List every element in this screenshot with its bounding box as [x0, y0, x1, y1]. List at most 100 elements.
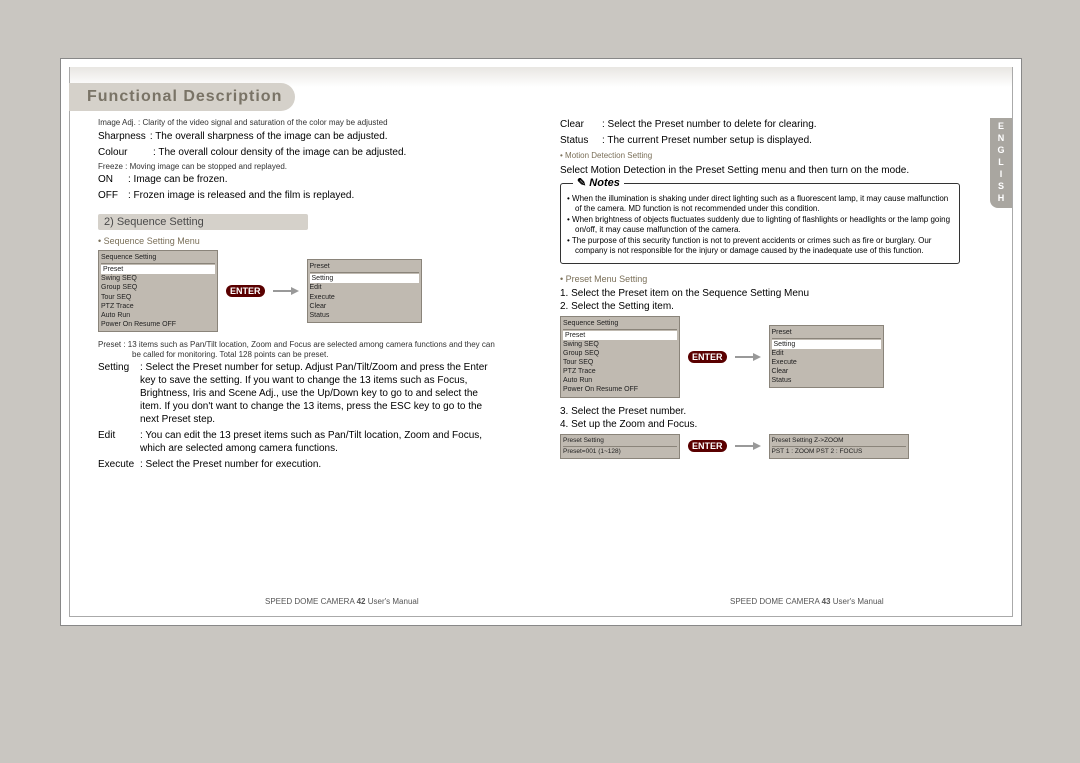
- desc: : Select the Preset number for execution…: [140, 458, 498, 471]
- brand: SPEED DOME CAMERA: [730, 597, 819, 606]
- menu-item: Clear: [772, 367, 881, 376]
- menu-title: Preset: [772, 328, 881, 339]
- label: OFF: [98, 189, 128, 202]
- step-3: 3. Select the Preset number.: [560, 406, 960, 417]
- notes-title: Notes: [573, 177, 624, 191]
- page-inner: ENGLISH Functional Description Image Adj…: [69, 67, 1013, 617]
- menu-item: Power On Resume OFF: [563, 385, 677, 394]
- menu-item: Swing SEQ: [101, 274, 215, 283]
- desc: : You can edit the 13 preset items such …: [140, 429, 498, 455]
- desc: : Frozen image is released and the film …: [128, 189, 498, 202]
- desc: : The overall sharpness of the image can…: [150, 130, 498, 143]
- label: Execute: [98, 458, 140, 471]
- enter-label: ENTER: [688, 351, 727, 363]
- footer-right: SPEED DOME CAMERA 43 User's Manual: [730, 597, 884, 606]
- seq-menu-marker: Sequence Setting Menu: [98, 236, 498, 246]
- menu-row-1: Sequence Setting Preset Swing SEQ Group …: [98, 250, 498, 332]
- desc: : Image can be frozen.: [128, 173, 498, 186]
- page-number: 42: [357, 597, 366, 606]
- menu-item: Power On Resume OFF: [101, 320, 215, 329]
- menu-preset-2: Preset Setting Edit Execute Clear Status: [769, 325, 884, 389]
- arrow-icon: [273, 287, 299, 295]
- menu-title: Sequence Setting: [101, 253, 215, 264]
- label: Status: [560, 134, 602, 147]
- label: Sharpness: [98, 130, 150, 143]
- enter-label: ENTER: [226, 285, 265, 297]
- preset-menu-marker: Preset Menu Setting: [560, 274, 960, 284]
- page-outer: ENGLISH Functional Description Image Adj…: [60, 58, 1022, 626]
- motion-desc: Select Motion Detection in the Preset Se…: [560, 164, 960, 177]
- menu-item: Tour SEQ: [563, 358, 677, 367]
- menu-item: Auto Run: [101, 311, 215, 320]
- menu-item: Setting: [310, 274, 419, 283]
- brand: SPEED DOME CAMERA: [265, 597, 354, 606]
- label: Setting: [98, 361, 140, 426]
- enter-label: ENTER: [688, 440, 727, 452]
- step-2: 2. Select the Setting item.: [560, 301, 960, 312]
- label: Edit: [98, 429, 140, 455]
- motion-marker: Motion Detection Setting: [560, 151, 960, 160]
- page-title: Functional Description: [69, 83, 295, 111]
- section-sequence-setting: 2) Sequence Setting: [98, 214, 308, 230]
- menu-row-2: Sequence Setting Preset Swing SEQ Group …: [560, 316, 960, 398]
- menu-item: Edit: [310, 283, 419, 292]
- desc: : The current Preset number setup is dis…: [602, 134, 960, 147]
- setting-row: Setting : Select the Preset number for s…: [98, 361, 498, 426]
- note-item: • When brightness of objects fluctuates …: [567, 215, 953, 235]
- menu-preset-setting-2: Preset Setting Z->ZOOM PST 1 : ZOOM PST …: [769, 434, 909, 460]
- menu-title: Preset Setting: [563, 437, 677, 447]
- menu-body: PST 1 : ZOOM PST 2 : FOCUS: [772, 448, 906, 456]
- menu-sequence-setting-2: Sequence Setting Preset Swing SEQ Group …: [560, 316, 680, 398]
- manual: User's Manual: [833, 597, 884, 606]
- menu-sequence-setting: Sequence Setting Preset Swing SEQ Group …: [98, 250, 218, 332]
- off-row: OFF : Frozen image is released and the f…: [98, 189, 498, 202]
- menu-item: Status: [772, 376, 881, 385]
- image-adj-row: Image Adj. : Clarity of the video signal…: [98, 118, 498, 128]
- menu-item: Clear: [310, 302, 419, 311]
- label: ON: [98, 173, 128, 186]
- menu-item: Execute: [310, 293, 419, 302]
- menu-preset: Preset Setting Edit Execute Clear Status: [307, 259, 422, 323]
- menu-item: Swing SEQ: [563, 340, 677, 349]
- menu-title: Preset Setting Z->ZOOM: [772, 437, 906, 447]
- menu-body: Preset=001 (1~128): [563, 448, 677, 456]
- sharpness-row: Sharpness : The overall sharpness of the…: [98, 130, 498, 143]
- menu-item: Auto Run: [563, 376, 677, 385]
- menu-item: Preset: [101, 265, 215, 274]
- arrow-icon: [735, 442, 761, 450]
- menu-item: Edit: [772, 349, 881, 358]
- menu-item: Setting: [772, 340, 881, 349]
- manual: User's Manual: [368, 597, 419, 606]
- step-1: 1. Select the Preset item on the Sequenc…: [560, 288, 960, 299]
- status-row: Status : The current Preset number setup…: [560, 134, 960, 147]
- edit-row: Edit : You can edit the 13 preset items …: [98, 429, 498, 455]
- on-row: ON : Image can be frozen.: [98, 173, 498, 186]
- right-column: Clear : Select the Preset number to dele…: [560, 118, 960, 467]
- footer-left: SPEED DOME CAMERA 42 User's Manual: [265, 597, 419, 606]
- menu-item: PTZ Trace: [563, 367, 677, 376]
- menu-item: Preset: [563, 331, 677, 340]
- desc: : The overall colour density of the imag…: [153, 146, 498, 159]
- desc: : Clarity of the video signal and satura…: [138, 118, 387, 127]
- label: Clear: [560, 118, 602, 131]
- label: Colour: [98, 146, 153, 159]
- notes-list: • When the illumination is shaking under…: [567, 194, 953, 256]
- notes-box: Notes • When the illumination is shaking…: [560, 183, 960, 264]
- execute-row: Execute : Select the Preset number for e…: [98, 458, 498, 471]
- menu-item: Status: [310, 311, 419, 320]
- menu-item: PTZ Trace: [101, 302, 215, 311]
- freeze-desc: Freeze : Moving image can be stopped and…: [98, 162, 498, 172]
- left-column: Image Adj. : Clarity of the video signal…: [98, 118, 498, 474]
- preset-desc: Preset : 13 items such as Pan/Tilt locat…: [98, 340, 498, 359]
- note-item: • When the illumination is shaking under…: [567, 194, 953, 214]
- colour-row: Colour : The overall colour density of t…: [98, 146, 498, 159]
- language-tab: ENGLISH: [990, 118, 1012, 208]
- desc: : Select the Preset number to delete for…: [602, 118, 960, 131]
- menu-preset-setting-1: Preset Setting Preset=001 (1~128): [560, 434, 680, 460]
- menu-title: Sequence Setting: [563, 319, 677, 330]
- note-item: • The purpose of this security function …: [567, 236, 953, 256]
- menu-item: Group SEQ: [101, 283, 215, 292]
- page-number: 43: [822, 597, 831, 606]
- desc: : Select the Preset number for setup. Ad…: [140, 361, 498, 426]
- menu-title: Preset: [310, 262, 419, 273]
